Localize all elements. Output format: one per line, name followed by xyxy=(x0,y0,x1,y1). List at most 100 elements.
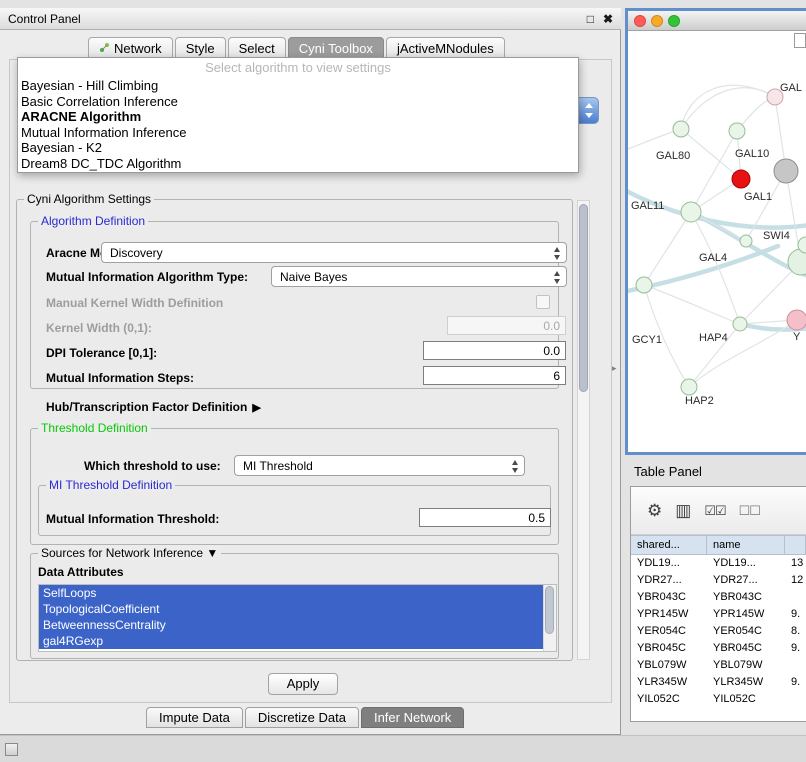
network-node[interactable] xyxy=(787,310,806,330)
columns-icon[interactable]: ▥ xyxy=(675,501,691,521)
network-graph: GALGAL80GAL10GAL11GAL1SWI4GAL4GCY1HAP4YH… xyxy=(628,31,806,452)
which-threshold-label: Which threshold to use: xyxy=(84,459,221,473)
collapsed-panel-icon[interactable] xyxy=(5,743,18,756)
table-row[interactable]: YLR345WYLR345W9. xyxy=(631,674,806,691)
network-node-label: Y xyxy=(793,331,801,343)
network-node-label: HAP4 xyxy=(699,332,728,344)
table-cell: YDL19... xyxy=(631,555,707,572)
algorithm-dropdown-item[interactable]: Bayesian - Hill Climbing xyxy=(18,78,578,94)
network-node[interactable] xyxy=(740,235,752,247)
network-node[interactable] xyxy=(681,379,697,395)
table-cell: YIL052C xyxy=(707,691,785,708)
network-window-titlebar[interactable] xyxy=(628,11,806,31)
tab-cyni-toolbox[interactable]: Cyni Toolbox xyxy=(288,37,384,58)
control-panel-titlebar[interactable]: Control Panel □ ✖ xyxy=(0,8,621,30)
table-header-row: shared... name xyxy=(631,535,806,555)
table-cell: YLR345W xyxy=(707,674,785,691)
settings-scrollbar-thumb[interactable] xyxy=(579,204,588,392)
network-node[interactable] xyxy=(681,202,701,222)
close-window-icon[interactable]: ✖ xyxy=(603,12,613,26)
mi-algorithm-type-select[interactable]: Naive Bayes xyxy=(271,266,567,287)
control-panel-tabs: Network Style Select Cyni Toolbox jActiv… xyxy=(88,37,507,58)
table-panel-title: Table Panel xyxy=(634,464,702,479)
tab-jactivemnodules[interactable]: jActiveMNodules xyxy=(386,37,505,58)
which-threshold-select[interactable]: MI Threshold xyxy=(234,455,525,476)
network-node[interactable] xyxy=(774,159,798,183)
hub-definition-toggle[interactable]: Hub/Transcription Factor Definition▶ xyxy=(46,400,261,414)
sources-toggle[interactable]: Sources for Network Inference ▼ xyxy=(38,546,221,560)
algorithm-dropdown-item-selected[interactable]: ARACNE Algorithm xyxy=(18,109,578,125)
algorithm-dropdown-item[interactable]: Mutual Information Inference xyxy=(18,125,578,141)
attribute-item[interactable]: SelfLoops xyxy=(39,585,543,601)
network-node[interactable] xyxy=(732,170,750,188)
tab-select[interactable]: Select xyxy=(228,37,286,58)
gear-icon[interactable]: ⚙ xyxy=(647,501,662,521)
table-row[interactable]: YPR145WYPR145W9. xyxy=(631,606,806,623)
mi-threshold-input[interactable] xyxy=(419,508,551,527)
algorithm-dropdown-item[interactable]: Bayesian - K2 xyxy=(18,140,578,156)
network-node-label: GAL4 xyxy=(699,252,727,264)
attributes-scrollbar-thumb[interactable] xyxy=(545,586,554,634)
network-node-label: GAL1 xyxy=(744,191,772,203)
mi-threshold-group-title: MI Threshold Definition xyxy=(46,478,175,492)
table-cell: 9. xyxy=(785,606,806,623)
column-header[interactable]: name xyxy=(707,536,785,554)
hub-definition-label: Hub/Transcription Factor Definition xyxy=(46,400,247,414)
network-node[interactable] xyxy=(733,317,747,331)
bottom-dock-strip xyxy=(0,735,806,762)
network-edge xyxy=(628,129,681,151)
table-cell: YPR145W xyxy=(707,606,785,623)
network-node[interactable] xyxy=(673,121,689,137)
attribute-item[interactable]: gal4RGexp xyxy=(39,633,543,649)
network-node[interactable] xyxy=(636,277,652,293)
tab-impute-data[interactable]: Impute Data xyxy=(146,707,243,728)
tab-infer-network[interactable]: Infer Network xyxy=(361,707,464,728)
mi-algorithm-type-label: Mutual Information Algorithm Type: xyxy=(46,270,248,284)
network-canvas[interactable]: GALGAL80GAL10GAL11GAL1SWI4GAL4GCY1HAP4YH… xyxy=(628,31,806,452)
select-all-icon[interactable]: ☑☑ xyxy=(704,503,725,519)
table-row[interactable]: YBR043CYBR043C xyxy=(631,589,806,606)
attribute-item[interactable]: TopologicalCoefficient xyxy=(39,601,543,617)
deselect-all-icon[interactable]: ☐☐ xyxy=(739,503,760,519)
network-node[interactable] xyxy=(729,123,745,139)
attributes-scrollbar[interactable] xyxy=(543,585,556,651)
table-cell: YER054C xyxy=(707,623,785,640)
mi-steps-input[interactable] xyxy=(423,366,566,385)
network-overview-box[interactable] xyxy=(794,33,806,48)
mi-steps-label: Mutual Information Steps: xyxy=(46,371,194,385)
settings-scrollbar[interactable] xyxy=(577,200,590,660)
close-traffic-light[interactable] xyxy=(634,15,646,27)
table-row[interactable]: YIL052CYIL052C xyxy=(631,691,806,708)
table-row[interactable]: YDL19...YDL19...13 xyxy=(631,555,806,572)
network-view-window: GALGAL80GAL10GAL11GAL1SWI4GAL4GCY1HAP4YH… xyxy=(625,8,806,455)
column-header[interactable]: shared... xyxy=(631,536,707,554)
apply-button[interactable]: Apply xyxy=(268,673,338,695)
minimize-traffic-light[interactable] xyxy=(651,15,663,27)
attribute-item[interactable]: BetweennessCentrality xyxy=(39,617,543,633)
manual-kernel-width-label: Manual Kernel Width Definition xyxy=(46,296,223,310)
table-row[interactable]: YDR27...YDR27...12 xyxy=(631,572,806,589)
table-cell: YDR27... xyxy=(707,572,785,589)
table-cell: YBL079W xyxy=(707,657,785,674)
tab-discretize-data[interactable]: Discretize Data xyxy=(245,707,359,728)
table-cell: 12 xyxy=(785,572,806,589)
network-node-label: HAP2 xyxy=(685,395,714,407)
algorithm-dropdown-item[interactable]: Basic Correlation Inference xyxy=(18,94,578,110)
dpi-tolerance-input[interactable] xyxy=(423,341,566,360)
table-cell: YBR045C xyxy=(631,640,707,657)
table-row[interactable]: YBL079WYBL079W xyxy=(631,657,806,674)
table-row[interactable]: YER054CYER054C8. xyxy=(631,623,806,640)
table-cell: YDR27... xyxy=(631,572,707,589)
table-row[interactable]: YBR045CYBR045C9. xyxy=(631,640,806,657)
tab-label: Style xyxy=(186,39,215,58)
tab-style[interactable]: Style xyxy=(175,37,226,58)
panel-handle-icon[interactable]: ▸ xyxy=(612,363,617,374)
table-cell: YIL052C xyxy=(631,691,707,708)
algorithm-dropdown-item[interactable]: Dream8 DC_TDC Algorithm xyxy=(18,156,578,172)
zoom-traffic-light[interactable] xyxy=(668,15,680,27)
algorithm-select-cap[interactable] xyxy=(578,97,599,124)
restore-window-icon[interactable]: □ xyxy=(587,12,594,26)
tab-network[interactable]: Network xyxy=(88,37,173,58)
aracne-mode-select[interactable]: Discovery xyxy=(101,242,567,263)
column-header[interactable] xyxy=(785,536,806,554)
